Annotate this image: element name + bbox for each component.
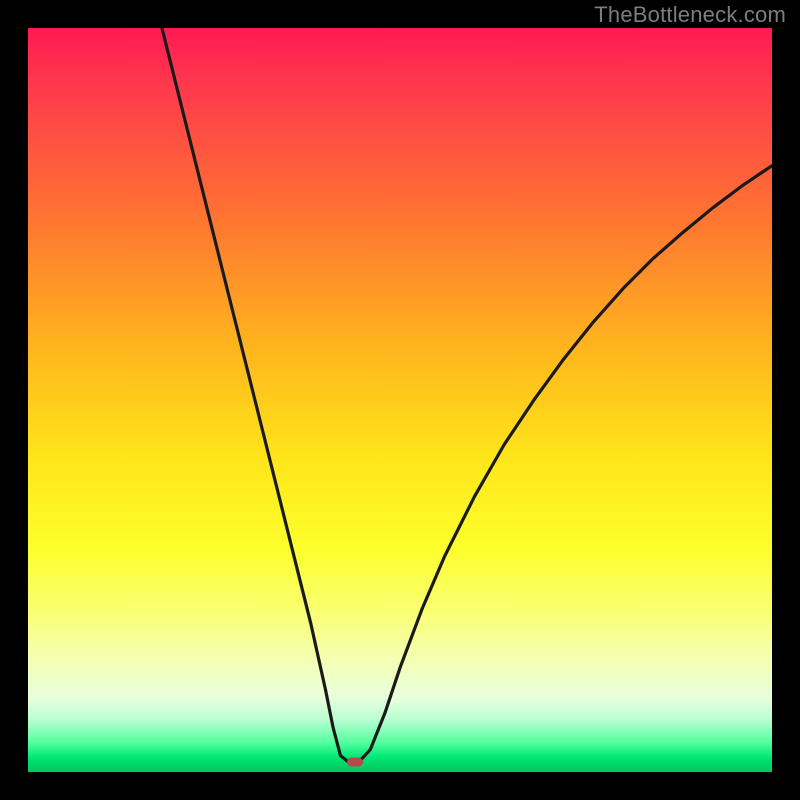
- plot-area: [28, 28, 772, 772]
- optimal-point-marker: [347, 758, 363, 767]
- watermark-text: TheBottleneck.com: [594, 2, 786, 28]
- bottleneck-curve: [162, 28, 772, 762]
- chart-frame: TheBottleneck.com: [0, 0, 800, 800]
- curve-svg: [28, 28, 772, 772]
